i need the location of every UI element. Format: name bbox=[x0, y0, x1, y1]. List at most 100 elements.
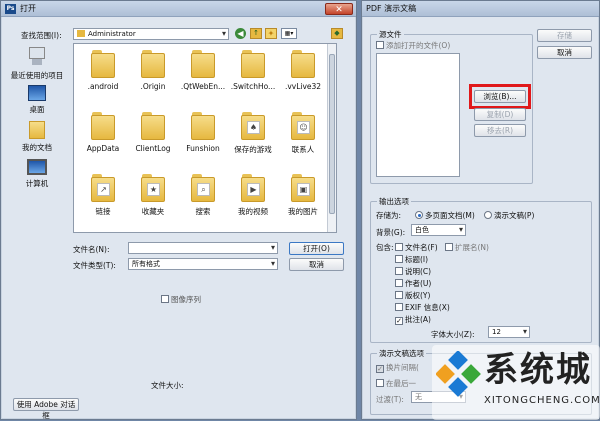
open-dialog-titlebar: Ps 打开 bbox=[1, 1, 356, 17]
source-files-group: 源文件 添加打开的文件(O) 浏览(B)... 复制(D) 移去(R) bbox=[370, 29, 533, 184]
folder-icon bbox=[191, 50, 215, 78]
file-item[interactable]: ♠ 保存的游戏 bbox=[228, 112, 278, 155]
file-item[interactable]: ▶ 我的视频 bbox=[228, 174, 278, 217]
back-icon[interactable]: ◀ bbox=[235, 28, 246, 39]
filename-label: 文件名(N): bbox=[73, 245, 110, 254]
open-dialog: Ps 打开 ✕ 查找范围(I): Administrator ◀ ↑ ✦ ▦▾ … bbox=[0, 0, 357, 420]
bridge-folder-icon[interactable]: ◆ bbox=[331, 28, 343, 39]
file-item[interactable]: .QtWebEn... bbox=[178, 50, 228, 91]
file-name: 收藏夹 bbox=[141, 207, 165, 216]
include-option-checkbox[interactable]: 说明(C) bbox=[395, 266, 431, 277]
my-documents-icon bbox=[29, 121, 45, 139]
extension-checkbox[interactable]: 扩展名(N) bbox=[445, 242, 489, 253]
background-value: 白色 bbox=[415, 226, 429, 234]
file-item[interactable]: ⌕ 搜索 bbox=[178, 174, 228, 217]
radio-dot bbox=[484, 211, 492, 219]
file-item[interactable]: ↗ 链接 bbox=[78, 174, 128, 217]
checkbox-box bbox=[395, 291, 403, 299]
multi-page-label: 多页面文档(M) bbox=[425, 211, 475, 220]
advance-checkbox[interactable]: ✓ 换片间隔( bbox=[376, 362, 419, 373]
include-option-checkbox[interactable]: 文件名(F) bbox=[395, 242, 438, 253]
add-open-files-checkbox[interactable]: 添加打开的文件(O) bbox=[376, 40, 450, 51]
include-option-checkbox[interactable]: ✓ 批注(A) bbox=[395, 314, 431, 325]
look-in-select[interactable]: Administrator bbox=[73, 28, 229, 40]
place-recent[interactable]: 最近使用的项目 bbox=[9, 47, 65, 81]
source-file-list[interactable] bbox=[376, 53, 460, 177]
place-documents[interactable]: 我的文档 bbox=[9, 121, 65, 153]
save-button[interactable]: 存储 bbox=[537, 29, 592, 42]
file-item[interactable]: .android bbox=[78, 50, 128, 91]
cancel-button[interactable]: 取消 bbox=[289, 258, 344, 271]
watermark-logo: 系统城 XITONGCHENG.COM bbox=[432, 345, 600, 420]
pdf-dialog-titlebar: PDF 演示文稿 bbox=[362, 1, 599, 17]
file-name: .SwitchHo... bbox=[230, 82, 276, 91]
loop-checkbox[interactable]: 在最后一 bbox=[376, 378, 416, 389]
view-menu-icon[interactable]: ▦▾ bbox=[281, 28, 297, 39]
file-name: .QtWebEn... bbox=[180, 82, 226, 91]
include-option-checkbox[interactable]: 版权(Y) bbox=[395, 290, 430, 301]
highlight-box bbox=[469, 84, 531, 109]
filetype-select[interactable]: 所有格式 bbox=[128, 258, 278, 270]
font-size-select[interactable]: 12 bbox=[488, 326, 530, 338]
file-name: 搜索 bbox=[195, 207, 211, 216]
file-item[interactable]: Funshion bbox=[178, 112, 228, 153]
image-sequence-checkbox[interactable]: 图像序列 bbox=[161, 294, 201, 305]
file-item[interactable]: ★ 收藏夹 bbox=[128, 174, 178, 217]
open-button[interactable]: 打开(O) bbox=[289, 242, 344, 255]
folder-icon bbox=[91, 112, 115, 140]
background-label: 背景(G): bbox=[376, 228, 406, 237]
scrollbar-thumb[interactable] bbox=[329, 54, 335, 214]
look-in-label: 查找范围(I): bbox=[21, 31, 62, 40]
folder-icon bbox=[191, 112, 215, 140]
file-item[interactable]: ClientLog bbox=[128, 112, 178, 153]
include-option-checkbox[interactable]: 标题(I) bbox=[395, 254, 428, 265]
folder-small-icon bbox=[77, 30, 85, 37]
filename-input[interactable] bbox=[128, 242, 278, 254]
file-item[interactable]: AppData bbox=[78, 112, 128, 153]
file-name: 联系人 bbox=[291, 145, 315, 154]
duplicate-button[interactable]: 复制(D) bbox=[474, 108, 526, 121]
file-item[interactable]: .SwitchHo... bbox=[228, 50, 278, 91]
multi-page-radio[interactable]: 多页面文档(M) bbox=[415, 210, 475, 221]
folder-icon bbox=[241, 50, 265, 78]
pdf-cancel-button[interactable]: 取消 bbox=[537, 46, 592, 59]
new-folder-icon[interactable]: ✦ bbox=[265, 28, 277, 39]
include-option-checkbox[interactable]: 作者(U) bbox=[395, 278, 431, 289]
file-name: ClientLog bbox=[135, 144, 171, 153]
include-option-label: 批注(A) bbox=[405, 315, 431, 324]
file-list[interactable]: .android .Origin .QtWebEn... .SwitchHo... .v… bbox=[73, 43, 337, 233]
folder-icon bbox=[291, 50, 315, 78]
checkbox-box: ✓ bbox=[395, 317, 403, 325]
place-computer[interactable]: 计算机 bbox=[9, 159, 65, 189]
presentation-radio[interactable]: 演示文稿(P) bbox=[484, 210, 534, 221]
file-list-scrollbar[interactable] bbox=[327, 44, 336, 232]
file-item[interactable]: ▣ 我的图片 bbox=[278, 174, 328, 217]
radio-dot bbox=[415, 211, 423, 219]
include-option-checkbox[interactable]: EXIF 信息(X) bbox=[395, 302, 450, 313]
file-name: 我的视频 bbox=[238, 207, 268, 216]
videos-folder-icon: ▶ bbox=[241, 174, 265, 202]
output-options-group: 输出选项 存储为: 多页面文档(M) 演示文稿(P) 背景(G): 白色 包含:… bbox=[370, 196, 592, 343]
checkbox-box bbox=[161, 295, 169, 303]
contacts-folder-icon: ☺ bbox=[291, 112, 315, 140]
filetype-label: 文件类型(T): bbox=[73, 261, 116, 270]
place-desktop[interactable]: 桌面 bbox=[9, 85, 65, 115]
file-item[interactable]: ☺ 联系人 bbox=[278, 112, 328, 155]
advance-label: 换片间隔( bbox=[386, 363, 419, 372]
background-select[interactable]: 白色 bbox=[411, 224, 466, 236]
file-size-label: 文件大小: bbox=[151, 381, 184, 390]
file-item[interactable]: .vvLive32 bbox=[278, 50, 328, 91]
file-item[interactable]: .Origin bbox=[128, 50, 178, 91]
close-icon[interactable]: ✕ bbox=[325, 3, 353, 15]
file-name: 我的图片 bbox=[288, 207, 318, 216]
adobe-dialog-button[interactable]: 使用 Adobe 对话框 bbox=[13, 398, 79, 420]
folder-icon bbox=[141, 50, 165, 78]
favorites-folder-icon: ★ bbox=[141, 174, 165, 202]
desktop-icon bbox=[28, 85, 46, 101]
checkbox-box bbox=[395, 243, 403, 251]
image-sequence-label: 图像序列 bbox=[171, 295, 201, 304]
remove-button[interactable]: 移去(R) bbox=[474, 124, 526, 137]
presentation-label: 演示文稿(P) bbox=[494, 211, 535, 220]
up-folder-icon[interactable]: ↑ bbox=[250, 28, 262, 39]
file-name: 保存的游戏 bbox=[234, 145, 272, 154]
